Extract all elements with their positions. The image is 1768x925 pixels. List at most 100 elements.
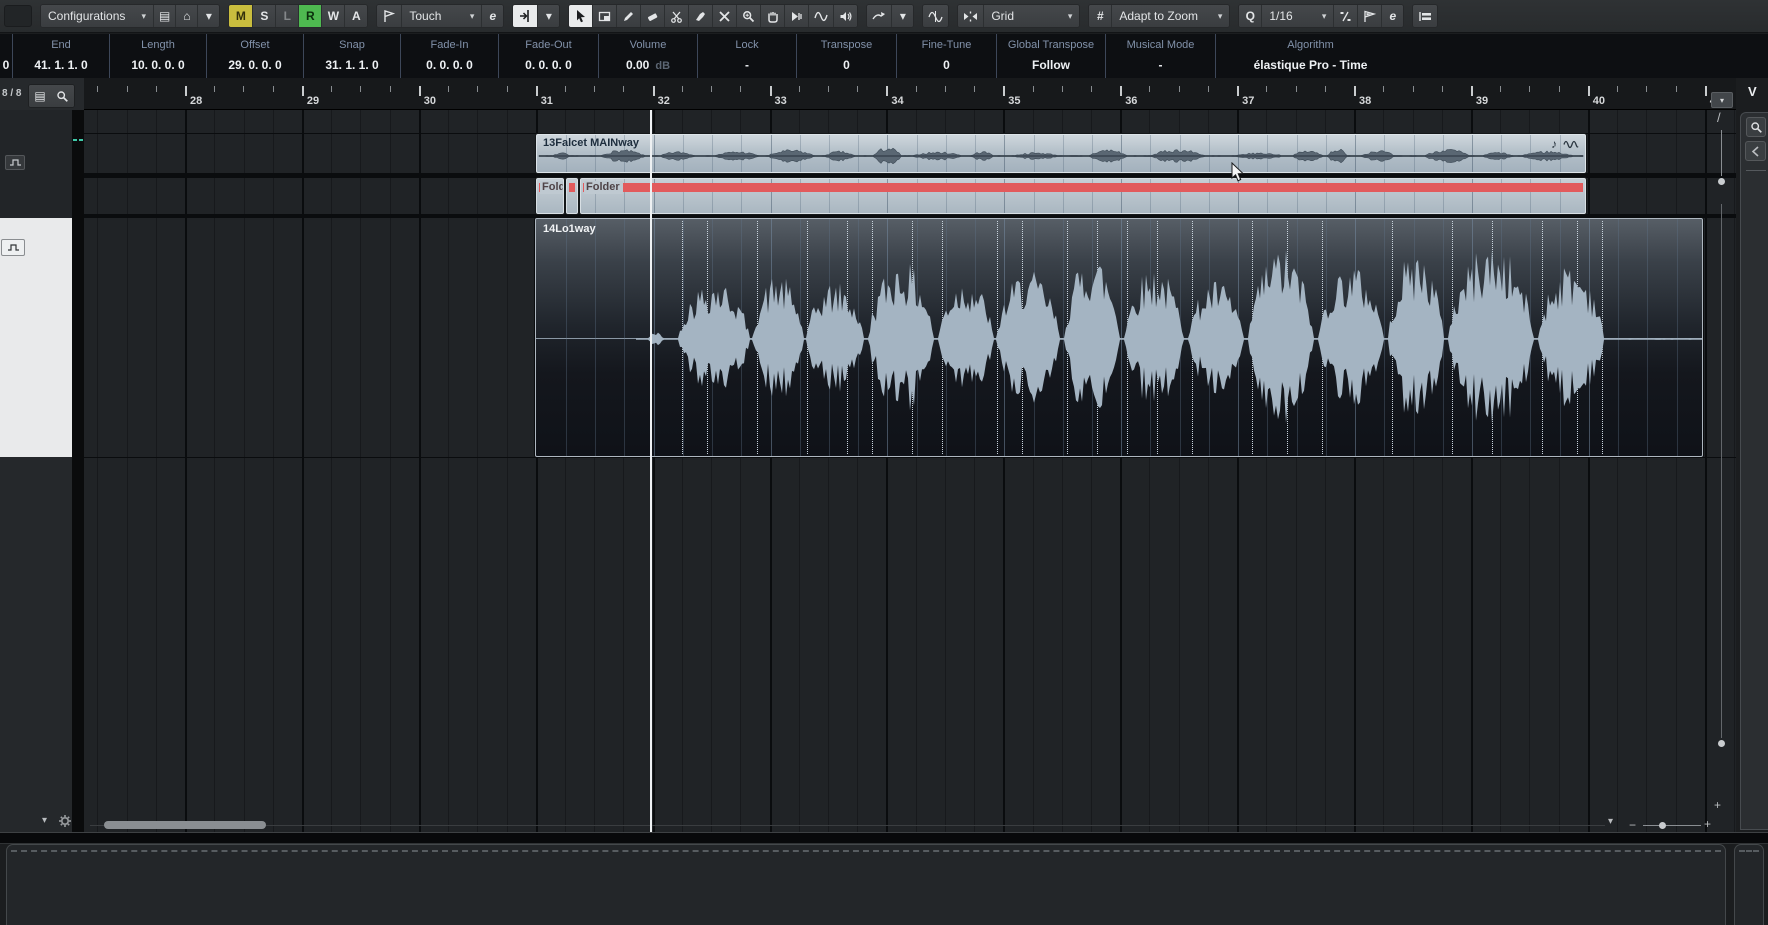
timeline-ruler[interactable]: 282930313233343536373839404 — [84, 78, 1736, 110]
track-scale-dropdown[interactable]: ▾ — [42, 815, 47, 826]
read-automation-button[interactable]: R — [298, 5, 321, 27]
quantize-q-button[interactable]: Q — [1239, 5, 1261, 27]
ruler-beat-tick — [1617, 86, 1618, 92]
info-field-label: Algorithm — [1220, 39, 1401, 51]
ruler-beat-tick — [331, 86, 332, 92]
write-automation-button[interactable]: W — [321, 5, 344, 27]
mute-all-button[interactable]: M — [229, 5, 252, 27]
object-colors-icon — [872, 10, 886, 23]
draw-tool[interactable] — [616, 5, 640, 27]
info-field[interactable]: 0 — [0, 34, 12, 78]
lower-zone-side-pane[interactable] — [1734, 844, 1764, 925]
ruler-options-button[interactable]: ▾ — [1711, 92, 1733, 108]
ruler-bar-number: 39 — [1476, 95, 1488, 107]
track-list-search-button[interactable] — [51, 85, 74, 107]
grid-hash-button[interactable]: # — [1089, 5, 1111, 27]
object-selection-tool[interactable] — [569, 5, 592, 27]
horizontal-zoom-slider[interactable] — [1643, 825, 1701, 826]
gear-icon[interactable] — [58, 814, 72, 828]
open-quantize-panel-button[interactable]: e — [1381, 5, 1403, 27]
snap-on-off-button[interactable] — [958, 5, 983, 27]
track14-lane-button[interactable] — [1, 239, 25, 256]
event-display-area[interactable]: Fold Folder 14Lo1way 13Falcet MAINway ♪ — [84, 110, 1736, 832]
ruler-beat-tick — [711, 86, 712, 92]
info-field[interactable]: Fade-In0. 0. 0. 0 — [400, 34, 498, 78]
listen-button[interactable]: L — [275, 5, 298, 27]
vertical-zoom-slider[interactable] — [1721, 130, 1722, 176]
waveform-zoom-preset[interactable]: / — [1717, 110, 1721, 125]
track-list-settings-button[interactable]: ▤ — [29, 85, 51, 107]
zoom-preset-dropdown[interactable]: ▾ — [1608, 816, 1613, 827]
track-visibility-button[interactable]: ▤ — [153, 5, 175, 27]
info-field[interactable]: Fine-Tune0 — [896, 34, 996, 78]
configurations-dropdown[interactable]: Configurations ▾ — [41, 5, 153, 27]
solo-all-button[interactable]: S — [252, 5, 275, 27]
automation-mode-dropdown[interactable]: Touch ▾ — [401, 5, 481, 27]
window-setup-button[interactable] — [4, 5, 32, 27]
zoom-out-button[interactable]: − — [1629, 818, 1636, 832]
info-field-value-text: 31. 1. 1. 0 — [325, 58, 378, 72]
info-field[interactable]: Offset29. 0. 0. 0 — [206, 34, 303, 78]
snap-type-dropdown[interactable]: Grid ▾ — [983, 5, 1079, 27]
horizontal-zoom-handle[interactable] — [1659, 822, 1666, 829]
info-field[interactable]: Length10. 0. 0. 0 — [109, 34, 206, 78]
info-field[interactable]: Global TransposeFollow — [996, 34, 1105, 78]
iterative-quantize-button[interactable] — [1333, 5, 1357, 27]
range-selection-tool[interactable] — [592, 5, 616, 27]
color-tool-dropdown[interactable]: ▾ — [891, 5, 913, 27]
grid-bar-line — [1705, 110, 1707, 832]
audio-alignment-button[interactable] — [1413, 5, 1437, 27]
info-field[interactable]: Transpose0 — [796, 34, 896, 78]
ruler-bar-number: 34 — [891, 95, 903, 107]
info-field[interactable]: Lock- — [697, 34, 796, 78]
horizontal-scrollbar-track[interactable] — [90, 825, 1605, 826]
scrub-tool[interactable] — [833, 5, 857, 27]
workspace-button[interactable]: ⌂ — [175, 5, 197, 27]
info-field-value-text: 0.00 — [626, 58, 649, 72]
curve-tool[interactable] — [808, 5, 833, 27]
autoscroll-button[interactable] — [513, 5, 537, 27]
info-field[interactable]: Musical Mode- — [1105, 34, 1215, 78]
chevron-down-icon: ▾ — [1720, 96, 1724, 105]
info-field[interactable]: End41. 1. 1. 0 — [12, 34, 109, 78]
open-automation-panel-button[interactable]: e — [481, 5, 503, 27]
grid-type-dropdown[interactable]: Adapt to Zoom ▾ — [1111, 5, 1229, 27]
project-cursor-playhead[interactable] — [650, 110, 652, 832]
workspace-dropdown[interactable]: ▾ — [197, 5, 219, 27]
ruler-beat-tick — [390, 86, 391, 92]
audio-event-13falcet[interactable]: 13Falcet MAINway ♪ — [536, 134, 1586, 173]
glue-tool[interactable] — [688, 5, 712, 27]
zoom-tool[interactable] — [736, 5, 760, 27]
play-tool[interactable] — [784, 5, 808, 27]
automation-mode-button[interactable] — [377, 5, 401, 27]
lower-zone-splitter[interactable] — [0, 832, 1768, 844]
hand-tool[interactable] — [760, 5, 784, 27]
lower-zone-pane[interactable] — [6, 844, 1726, 925]
horizontal-scrollbar-thumb[interactable] — [104, 821, 266, 829]
info-field[interactable]: Fade-Out0. 0. 0. 0 — [498, 34, 598, 78]
folder-event-fold[interactable]: Fold — [536, 178, 564, 214]
audiowarp-quantize-button[interactable] — [1357, 5, 1381, 27]
vertical-scrollbar-handle[interactable] — [1718, 740, 1725, 747]
track13-lane-button[interactable] — [5, 155, 25, 170]
suspend-automation-button[interactable]: A — [344, 5, 367, 27]
folder-event-mini[interactable] — [566, 178, 578, 214]
quantize-preset-dropdown[interactable]: 1/16 ▾ — [1261, 5, 1333, 27]
split-tool[interactable] — [664, 5, 688, 27]
info-field[interactable]: Algorithmélastique Pro - Time — [1215, 34, 1405, 78]
zoom-in-button[interactable]: + — [1704, 817, 1711, 831]
audio-event-14lo1way-selected[interactable]: 14Lo1way — [535, 218, 1703, 457]
vertical-scrollbar[interactable] — [1721, 204, 1722, 738]
mute-tool[interactable] — [712, 5, 736, 27]
info-field[interactable]: Volume0.00dB — [598, 34, 697, 78]
snap-zero-crossing-button[interactable] — [923, 5, 948, 27]
vertical-zoom-handle[interactable] — [1718, 178, 1725, 185]
erase-tool[interactable] — [640, 5, 664, 27]
color-tool-button[interactable] — [867, 5, 891, 27]
vertical-zoom-in-button[interactable]: + — [1714, 798, 1721, 812]
autoscroll-dropdown[interactable]: ▾ — [537, 5, 559, 27]
right-zone-back-button[interactable] — [1745, 141, 1766, 161]
right-zone-search-button[interactable] — [1746, 117, 1766, 137]
folder-event-folder[interactable]: Folder — [580, 178, 1586, 214]
info-field[interactable]: Snap31. 1. 1. 0 — [303, 34, 400, 78]
